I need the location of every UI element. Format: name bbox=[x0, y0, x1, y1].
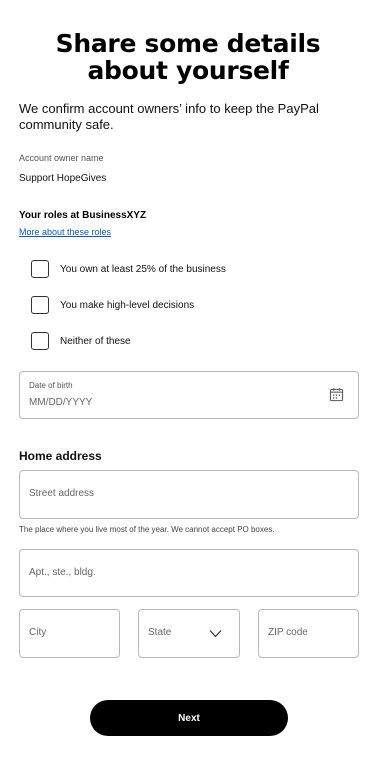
role-decisions-label: You make high-level decisions bbox=[60, 299, 195, 311]
role-option-decisions[interactable]: You make high-level decisions bbox=[31, 296, 194, 314]
apt-suite-placeholder: Apt., ste., bldg. bbox=[29, 567, 96, 578]
more-about-roles-link[interactable]: More about these roles bbox=[19, 227, 111, 237]
owner-name-value: Support HopeGives bbox=[19, 173, 107, 184]
home-address-heading: Home address bbox=[19, 449, 102, 463]
chevron-down-icon bbox=[209, 630, 222, 638]
date-of-birth-field[interactable]: Date of birth MM/DD/YYYY bbox=[19, 371, 359, 419]
owner-name-label: Account owner name bbox=[19, 153, 104, 163]
city-field[interactable]: City bbox=[19, 609, 120, 658]
roles-heading: Your roles at BusinessXYZ bbox=[19, 210, 147, 221]
city-placeholder: City bbox=[29, 627, 47, 638]
zip-code-placeholder: ZIP code bbox=[268, 627, 308, 638]
date-of-birth-label: Date of birth bbox=[29, 381, 73, 390]
apt-suite-field[interactable]: Apt., ste., bldg. bbox=[19, 549, 359, 597]
calendar-icon[interactable] bbox=[329, 387, 344, 402]
role-neither-label: Neither of these bbox=[60, 335, 131, 347]
role-owner-label: You own at least 25% of the business bbox=[60, 263, 226, 275]
next-button[interactable]: Next bbox=[90, 700, 288, 736]
role-option-neither[interactable]: Neither of these bbox=[31, 332, 131, 350]
role-neither-checkbox[interactable] bbox=[31, 332, 49, 350]
state-select[interactable]: State bbox=[138, 609, 240, 658]
state-placeholder: State bbox=[148, 627, 172, 638]
role-decisions-checkbox[interactable] bbox=[31, 296, 49, 314]
street-address-placeholder: Street address bbox=[29, 488, 95, 499]
street-address-hint: The place where you live most of the yea… bbox=[19, 525, 275, 534]
intro-text: We confirm account owners’ info to keep … bbox=[19, 101, 319, 132]
role-owner-checkbox[interactable] bbox=[31, 260, 49, 278]
role-option-owner[interactable]: You own at least 25% of the business bbox=[31, 260, 226, 278]
street-address-field[interactable]: Street address bbox=[19, 470, 359, 519]
date-of-birth-placeholder: MM/DD/YYYY bbox=[29, 397, 93, 408]
zip-code-field[interactable]: ZIP code bbox=[258, 609, 359, 658]
page-title: Share some details about yourself bbox=[55, 29, 321, 85]
